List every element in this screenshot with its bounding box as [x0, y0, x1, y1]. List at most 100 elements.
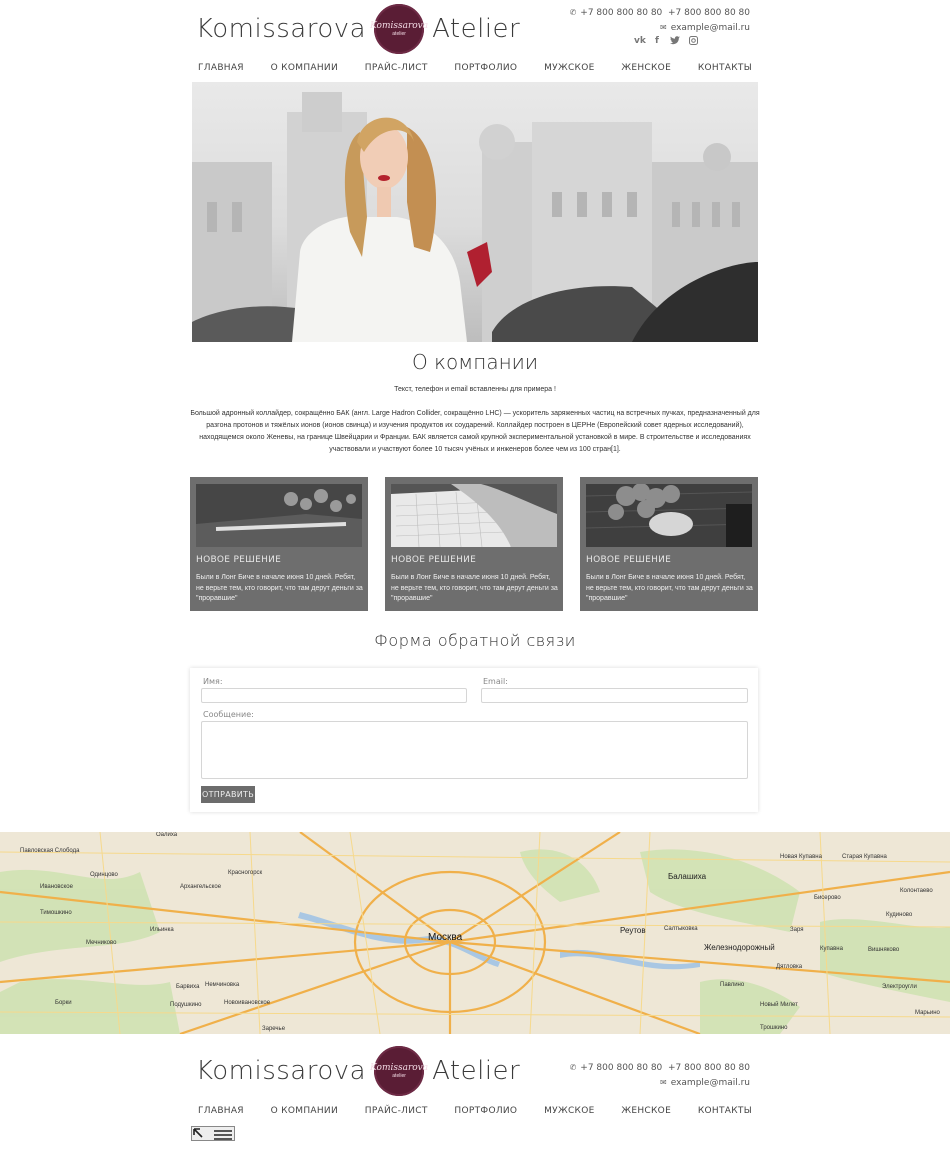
- footer-nav-item-price[interactable]: ПРАЙС-ЛИСТ: [365, 1106, 428, 1116]
- site-header: Komissarova Komissarova atelier Atelier …: [190, 0, 760, 58]
- map-label-arkhangelskoe: Архангельское: [180, 884, 222, 890]
- map-label-kupavna: Купавна: [820, 946, 843, 952]
- nav-item-about[interactable]: О КОМПАНИИ: [271, 63, 338, 73]
- map-label-novy-milet: Новый Милет: [760, 1002, 798, 1008]
- nav-item-portfolio[interactable]: ПОРТФОЛИО: [454, 63, 517, 73]
- email-row: ✉ example@mail.ru: [570, 20, 750, 35]
- nav-item-women[interactable]: ЖЕНСКОЕ: [621, 63, 671, 73]
- footer-brand-emblem: Komissarova atelier: [370, 1046, 428, 1096]
- name-input[interactable]: [201, 688, 467, 703]
- card-text: Были в Лонг Биче в начале июня 10 дней. …: [196, 574, 363, 602]
- footer-brand-emblem-script: Komissarova: [370, 1063, 429, 1073]
- facebook-icon[interactable]: f: [652, 36, 662, 46]
- map[interactable]: Москва Балашиха Реутов Железнодорожный К…: [0, 832, 950, 1034]
- vk-icon[interactable]: vk: [634, 36, 646, 46]
- footer-email-row: ✉ example@mail.ru: [570, 1075, 750, 1090]
- footer-brand-emblem-sub: atelier: [392, 1073, 406, 1079]
- map-label-vishnyakovo: Вишняково: [868, 947, 900, 953]
- phone-row: ✆ +7 800 800 80 80 +7 800 800 80 80: [570, 5, 750, 20]
- footer-nav: ГЛАВНАЯ О КОМПАНИИ ПРАЙС-ЛИСТ ПОРТФОЛИО …: [190, 1106, 760, 1116]
- twitter-icon[interactable]: [670, 36, 680, 46]
- footer-phone-2[interactable]: +7 800 800 80 80: [668, 1063, 750, 1073]
- card-image: [196, 484, 362, 547]
- map-label-zheleznodorozhny: Железнодорожный: [704, 943, 775, 952]
- map-label-kudinovo: Кудиново: [886, 912, 913, 918]
- envelope-icon: ✉: [660, 23, 667, 32]
- header-contacts: ✆ +7 800 800 80 80 +7 800 800 80 80 ✉ exam…: [570, 5, 750, 46]
- footer-nav-item-women[interactable]: ЖЕНСКОЕ: [621, 1106, 671, 1116]
- message-textarea[interactable]: [201, 721, 748, 779]
- email-input[interactable]: [481, 688, 748, 703]
- map-label-dyatlovka: Дятловка: [776, 964, 803, 970]
- map-label-saltykovka: Салтыковка: [664, 926, 698, 932]
- map-label-mechnikovo: Мечниково: [86, 940, 117, 946]
- map-label-biserovo: Бисерово: [814, 895, 841, 901]
- map-label-pavlovskaya-sloboda: Павловская Слобода: [20, 848, 80, 854]
- hero-image: [192, 82, 758, 342]
- main-nav: ГЛАВНАЯ О КОМПАНИИ ПРАЙС-ЛИСТ ПОРТФОЛИО …: [190, 63, 760, 73]
- brand-logo-block[interactable]: Komissarova Komissarova atelier Atelier: [196, 4, 520, 54]
- message-label: Сообщение:: [203, 710, 254, 719]
- phone-2[interactable]: +7 800 800 80 80: [668, 8, 750, 18]
- nav-item-home[interactable]: ГЛАВНАЯ: [198, 63, 244, 73]
- footer-phone-row: ✆ +7 800 800 80 80 +7 800 800 80 80: [570, 1060, 750, 1075]
- footer-nav-item-contacts[interactable]: КОНТАКТЫ: [698, 1106, 752, 1116]
- map-label-olalikha: Оалиха: [156, 832, 178, 838]
- footer-nav-item-portfolio[interactable]: ПОРТФОЛИО: [454, 1106, 517, 1116]
- map-label-novaya-kupavna: Новая Купавна: [780, 854, 822, 860]
- feature-card[interactable]: НОВОЕ РЕШЕНИЕ Были в Лонг Биче в начале …: [385, 477, 563, 611]
- map-label-ilyinka: Ильинка: [150, 927, 174, 933]
- nav-item-price[interactable]: ПРАЙС-ЛИСТ: [365, 63, 428, 73]
- footer-nav-item-home[interactable]: ГЛАВНАЯ: [198, 1106, 244, 1116]
- footer-contacts: ✆ +7 800 800 80 80 +7 800 800 80 80 ✉ exam…: [570, 1060, 750, 1090]
- map-label-kolontaevo: Колонтаево: [900, 888, 933, 894]
- card-image: [586, 484, 752, 547]
- counter-badge[interactable]: [191, 1126, 235, 1141]
- name-label: Имя:: [203, 677, 223, 686]
- phone-icon: ✆: [569, 8, 577, 17]
- nav-item-men[interactable]: МУЖСКОЕ: [544, 63, 595, 73]
- footer-phone-1[interactable]: +7 800 800 80 80: [580, 1063, 662, 1073]
- map-label-moscow: Москва: [428, 932, 463, 943]
- map-tiles: [0, 832, 950, 1034]
- nav-item-contacts[interactable]: КОНТАКТЫ: [698, 63, 752, 73]
- about-lead: Текст, телефон и email вставленны для пр…: [394, 386, 556, 393]
- map-label-podushkino: Подушкино: [170, 1002, 202, 1008]
- about-title: О компании: [411, 350, 539, 374]
- card-text: Были в Лонг Биче в начале июня 10 дней. …: [586, 574, 753, 602]
- about-text: Большой адронный коллайдер, сокращённо Б…: [190, 410, 760, 453]
- card-title: НОВОЕ РЕШЕНИЕ: [196, 555, 282, 565]
- footer-nav-item-men[interactable]: МУЖСКОЕ: [544, 1106, 595, 1116]
- brand-emblem: Komissarova atelier: [370, 4, 428, 54]
- map-label-novoivankovskoe: Новоивановское: [224, 1000, 271, 1006]
- footer-brand-name-right: Atelier: [432, 1056, 521, 1086]
- map-label-nemchinovka: Немчиновка: [205, 982, 240, 988]
- map-label-pavlino: Павлино: [720, 982, 745, 988]
- submit-button[interactable]: ОТПРАВИТЬ: [201, 786, 255, 803]
- feature-card[interactable]: НОВОЕ РЕШЕНИЕ Были в Лонг Биче в начале …: [580, 477, 758, 611]
- phone-icon: ✆: [569, 1063, 577, 1072]
- hero-illustration: [192, 92, 758, 342]
- map-label-zarya: Заря: [790, 927, 804, 933]
- map-label-staraya-kupavna: Старая Купавна: [842, 854, 887, 860]
- footer-brand-block[interactable]: Komissarova Komissarova atelier Atelier: [196, 1046, 520, 1096]
- phone-1[interactable]: +7 800 800 80 80: [580, 8, 662, 18]
- map-label-barvikha: Барвиха: [176, 984, 200, 990]
- footer-brand-name-left: Komissarova: [196, 1056, 367, 1086]
- feature-card[interactable]: НОВОЕ РЕШЕНИЕ Были в Лонг Биче в начале …: [190, 477, 368, 611]
- map-label-zarechye: Заречье: [262, 1026, 286, 1032]
- map-label-balashikha: Балашиха: [668, 872, 707, 881]
- card-title: НОВОЕ РЕШЕНИЕ: [391, 555, 477, 565]
- card-title: НОВОЕ РЕШЕНИЕ: [586, 555, 672, 565]
- map-label-timoshkino: Тимошкино: [40, 910, 72, 916]
- card-text: Были в Лонг Биче в начале июня 10 дней. …: [391, 574, 558, 602]
- map-label-elektrougli: Электроугли: [882, 984, 917, 990]
- footer-email-link[interactable]: example@mail.ru: [671, 1078, 750, 1088]
- email-link[interactable]: example@mail.ru: [671, 23, 750, 33]
- instagram-icon[interactable]: [688, 36, 698, 46]
- form-title: Форма обратной связи: [374, 631, 576, 650]
- footer-nav-item-about[interactable]: О КОМПАНИИ: [271, 1106, 338, 1116]
- site-footer: Komissarova Komissarova atelier Atelier …: [190, 1042, 760, 1100]
- brand-emblem-script: Komissarova: [370, 21, 429, 31]
- email-label: Email:: [483, 677, 508, 686]
